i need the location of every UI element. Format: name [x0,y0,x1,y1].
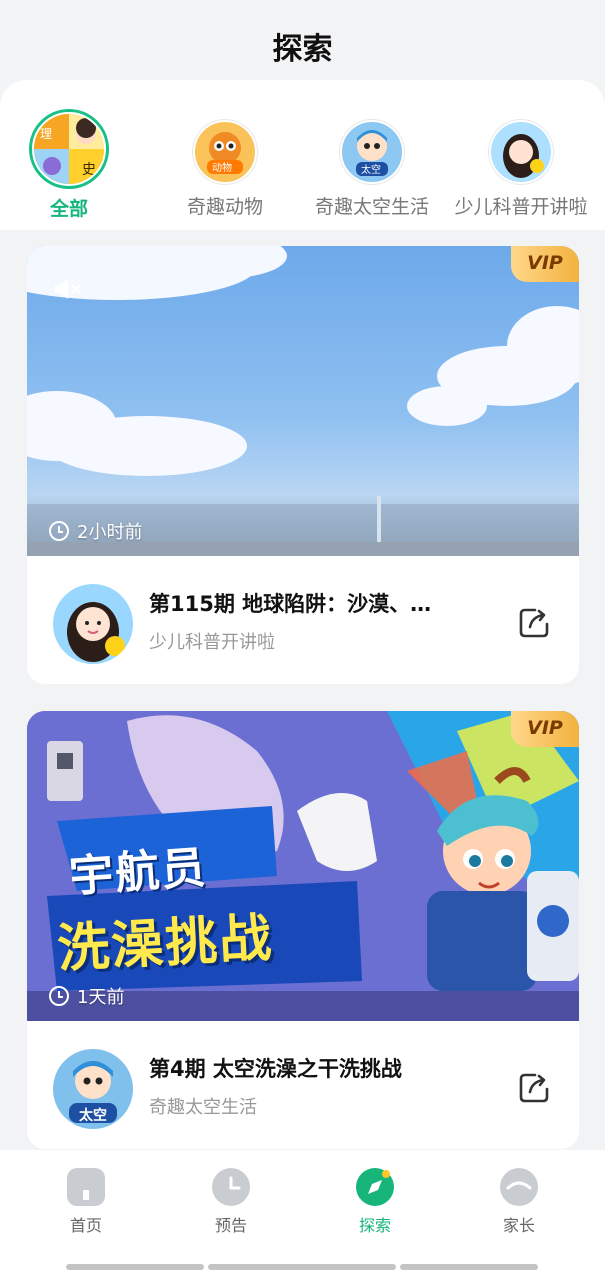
home-icon [67,1168,105,1206]
channel-avatar[interactable]: 太空 [53,1049,133,1129]
publish-time: 2小时前 [49,518,142,544]
host-girl-avatar-icon [489,120,553,184]
svg-text:太空: 太空 [361,163,381,176]
content-panel: 史 理 全部 动物 奇趣动物 太空 奇趣太空生活 少儿科普开讲啦 VIP 2小时… [0,80,605,1160]
video-card[interactable]: VIP 2小时前 第115期 地球陷阱：沙漠、… 少儿科普开讲啦 [27,246,579,684]
svg-text:理: 理 [40,127,52,141]
video-info: 太空 第4期 太空洗澡之干洗挑战 奇趣太空生活 [27,1021,579,1149]
vip-badge: VIP [511,711,579,747]
video-player[interactable]: VIP 2小时前 [27,246,579,556]
category-all[interactable]: 史 理 全部 [0,112,144,221]
clock-icon [49,521,69,541]
page-title: 探索 [272,32,333,67]
bottom-tab-bar: 首页 预告 探索 家长 [0,1150,605,1280]
cover-text-line2: 洗澡挑战 [55,908,275,980]
category-label: 全部 [49,198,88,220]
channel-avatar[interactable] [53,584,133,664]
svg-text:史: 史 [82,162,96,178]
tab-label: 家长 [502,1216,535,1235]
video-info: 第115期 地球陷阱：沙漠、… 少儿科普开讲啦 [27,556,579,684]
vip-badge: VIP [511,246,579,282]
clock-icon [212,1168,250,1206]
publish-time-text: 1天前 [77,987,125,1008]
category-space-life[interactable]: 太空 奇趣太空生活 [297,120,447,219]
mute-icon[interactable] [53,276,83,302]
episode-title[interactable]: 第115期 地球陷阱：沙漠、… [149,588,469,618]
clock-icon [49,986,69,1006]
cover-text-line1: 宇航员 [67,842,209,903]
share-icon[interactable] [517,606,551,640]
share-icon[interactable] [517,1071,551,1105]
publish-time: 1天前 [49,983,124,1009]
tab-label: 探索 [358,1216,391,1235]
category-kids-science[interactable]: 少儿科普开讲啦 [446,120,596,219]
category-label: 少儿科普开讲啦 [454,196,588,218]
tab-home[interactable]: 首页 [26,1168,146,1236]
gesture-bar [400,1264,538,1270]
channel-name[interactable]: 少儿科普开讲啦 [149,628,275,654]
tab-preview[interactable]: 预告 [171,1168,291,1236]
animal-badge-text: 动物 [212,161,232,174]
video-card[interactable]: 宇航员 洗澡挑战 VIP 1天前 太空 第4期 太空洗澡之干洗挑战 奇趣太空生活 [27,711,579,1149]
tab-label: 首页 [69,1216,102,1235]
channel-name[interactable]: 奇趣太空生活 [149,1093,257,1119]
publish-time-text: 2小时前 [77,522,143,543]
gesture-bar [208,1264,396,1270]
astronaut-mascot-icon: 太空 [340,120,404,184]
animal-mascot-icon: 动物 [193,120,257,184]
compass-icon [356,1168,394,1206]
video-cover[interactable]: 宇航员 洗澡挑战 VIP 1天前 [27,711,579,1021]
parent-icon [500,1168,538,1206]
category-label: 奇趣动物 [186,196,263,218]
tab-parents[interactable]: 家长 [459,1168,579,1236]
channel-badge: 太空 [79,1108,107,1124]
mosaic-avatar-icon: 史 理 [32,112,106,186]
episode-title[interactable]: 第4期 太空洗澡之干洗挑战 [149,1053,469,1083]
category-strip: 史 理 全部 动物 奇趣动物 太空 奇趣太空生活 少儿科普开讲啦 [0,80,605,230]
category-animals[interactable]: 动物 奇趣动物 [150,120,300,219]
gesture-bar [66,1264,204,1270]
tab-label: 预告 [214,1216,247,1235]
tab-explore[interactable]: 探索 [315,1168,435,1236]
category-label: 奇趣太空生活 [314,196,429,218]
